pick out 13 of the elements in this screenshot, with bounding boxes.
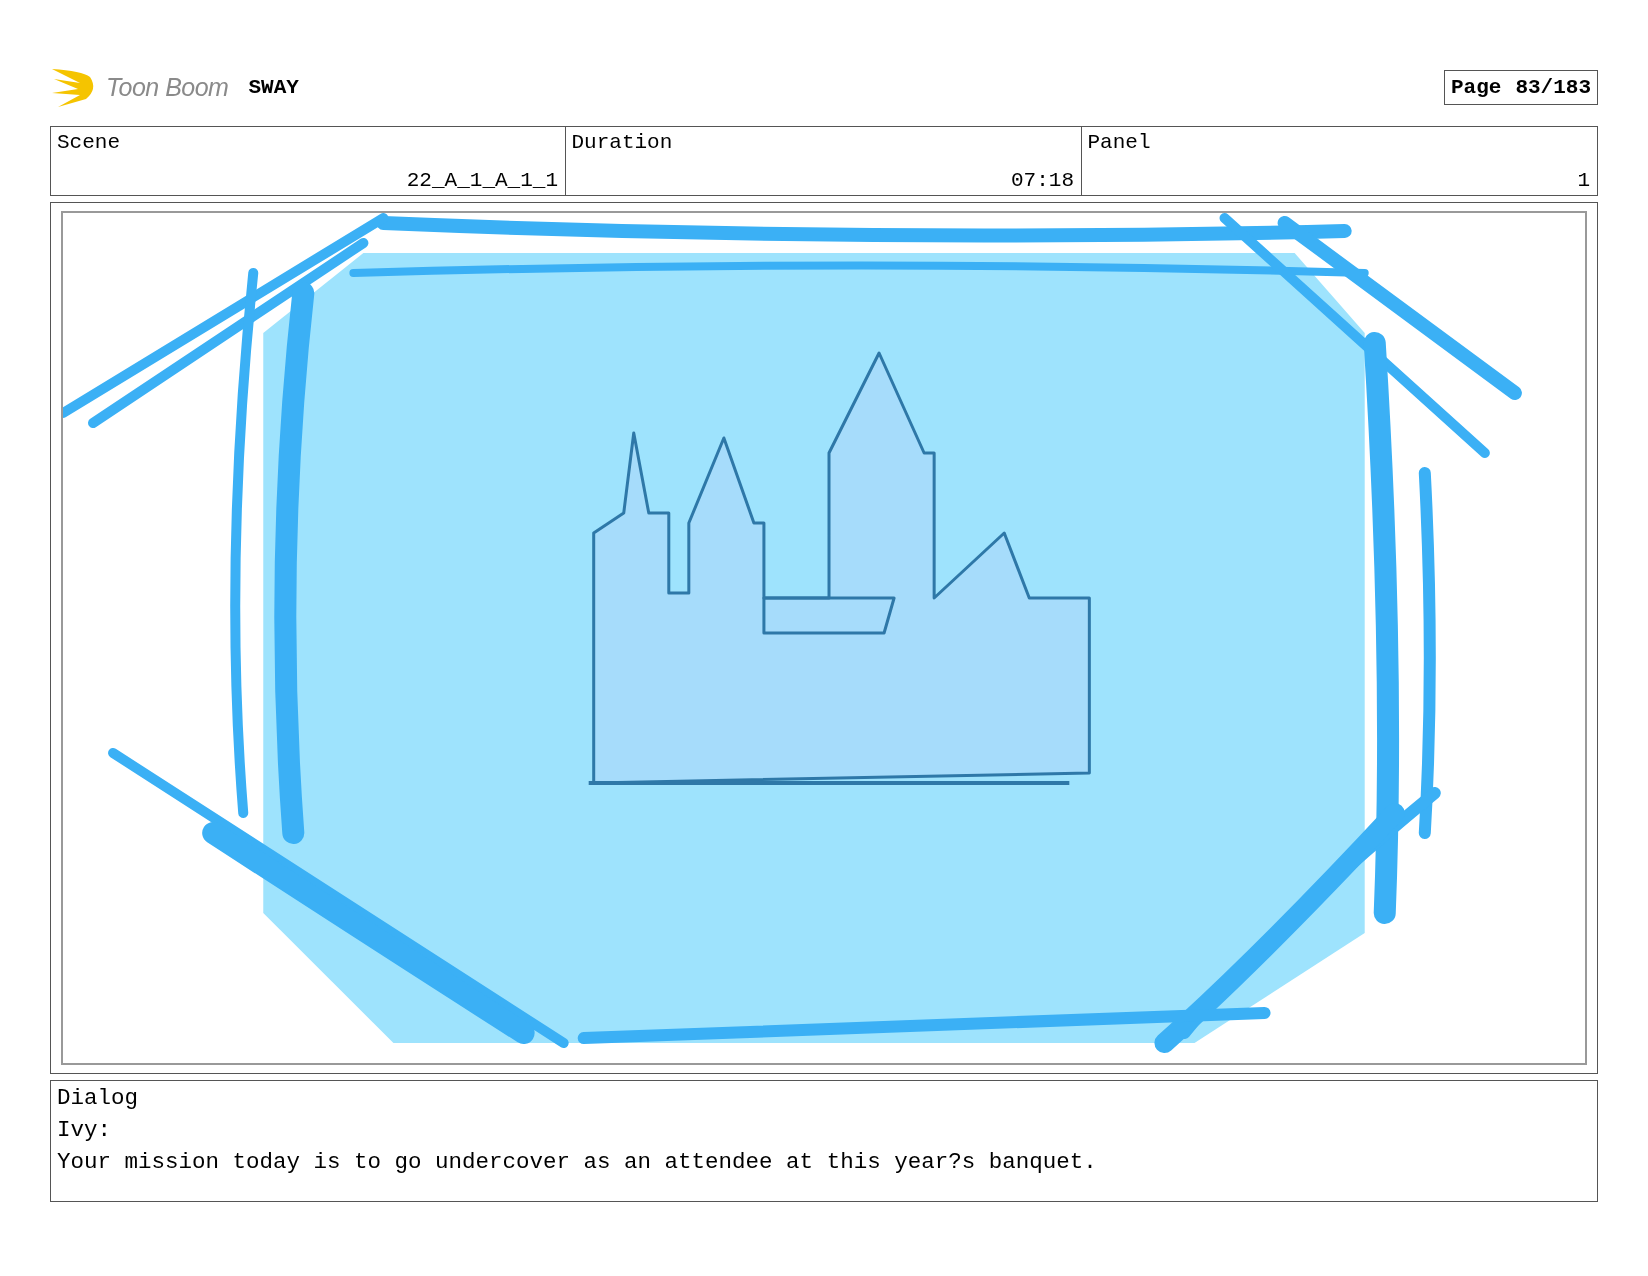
page-label: Page (1450, 75, 1502, 99)
logo-text: Toon Boom (106, 72, 229, 102)
dialog-line: Your mission today is to go undercover as an attendee at this year?s banquet. (57, 1149, 1098, 1175)
project-title: SWAY (248, 75, 299, 99)
column-header: Scene (57, 131, 120, 154)
cell-value: 22_A_1_A_1_1 (406, 169, 558, 192)
speaker-name: Ivy: (57, 1117, 112, 1143)
column-header: Duration (571, 131, 673, 154)
cell-value: 07:18 (1011, 169, 1074, 192)
column-header: Panel (1087, 131, 1151, 154)
dialog-label: Dialog (57, 1085, 139, 1111)
cell-value: 1 (1577, 169, 1590, 192)
page-number: 83/183 (1515, 75, 1591, 99)
